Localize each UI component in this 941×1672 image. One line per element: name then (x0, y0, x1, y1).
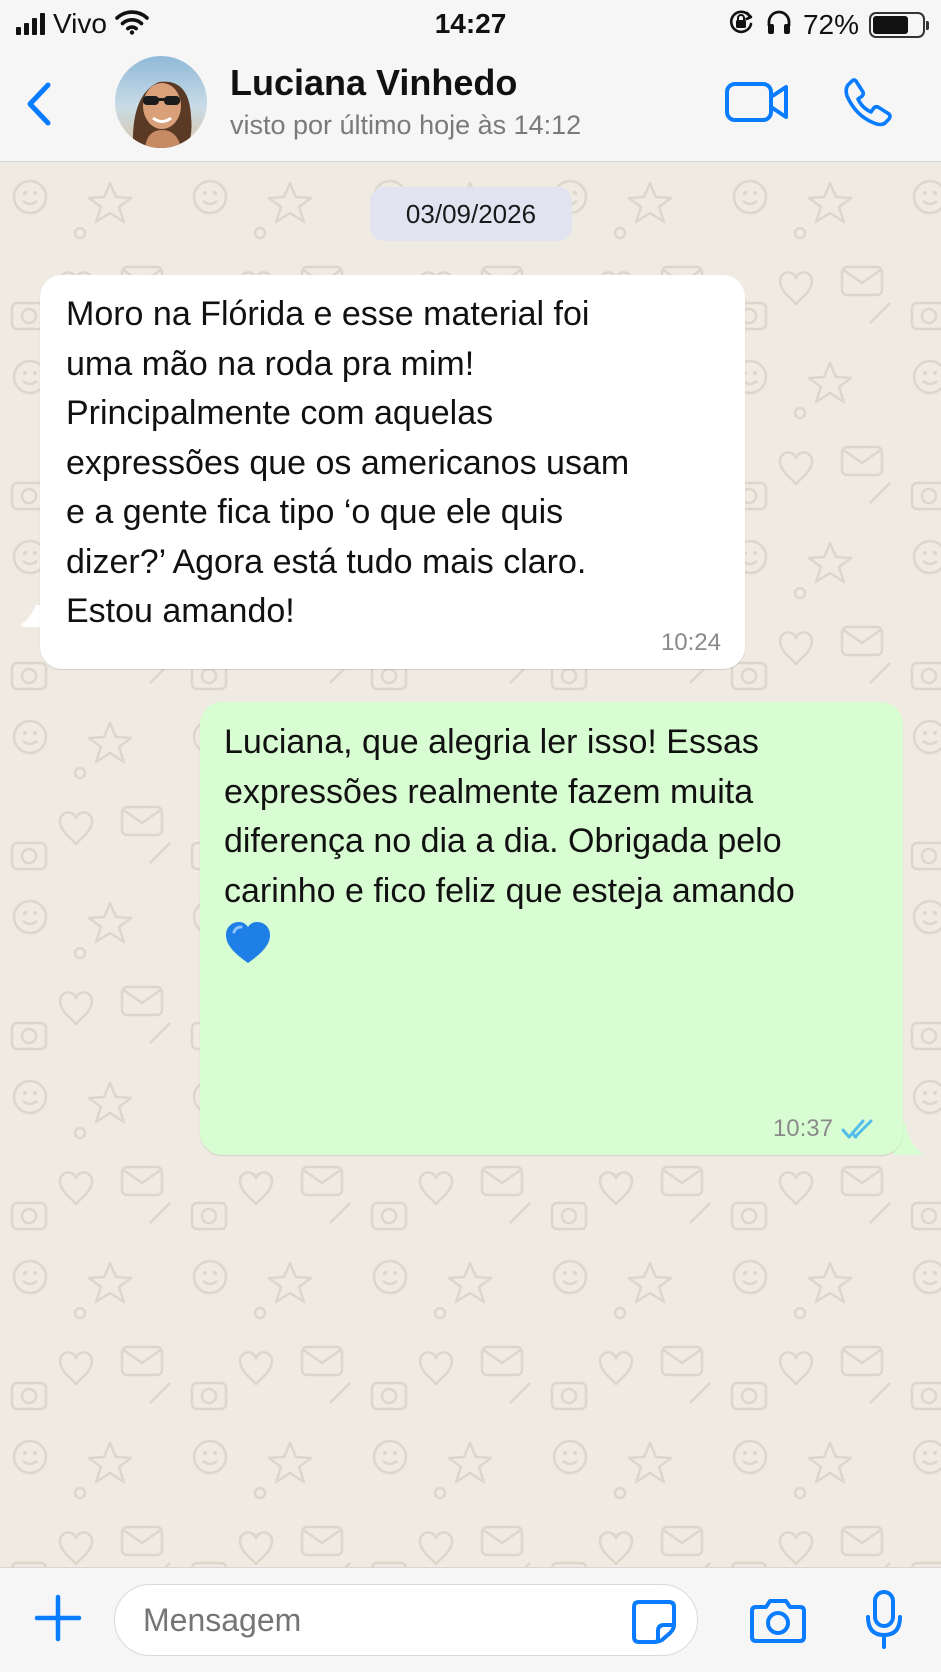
chat-area[interactable]: 03/09/2026 Moro na Flórida e esse materi… (0, 163, 941, 1567)
microphone-icon (866, 1590, 902, 1649)
back-button[interactable] (14, 76, 64, 132)
incoming-message-bubble[interactable]: Moro na Flórida e esse material foi uma … (40, 275, 745, 669)
outgoing-message-text: Luciana, que alegria ler isso! Essas exp… (224, 718, 879, 966)
battery-percent: 72% (802, 8, 859, 40)
voice-call-button[interactable] (838, 72, 898, 132)
sticker-button[interactable] (630, 1598, 678, 1646)
video-call-button[interactable] (722, 72, 792, 132)
date-chip: 03/09/2026 (370, 187, 572, 241)
phone-icon (844, 78, 892, 127)
read-double-check-icon (841, 1119, 873, 1139)
contact-name[interactable]: Luciana Vinhedo (230, 62, 517, 104)
orientation-lock-icon (727, 8, 755, 41)
microphone-button[interactable] (860, 1588, 908, 1652)
camera-icon (750, 1599, 806, 1643)
message-time: 10:37 (773, 1115, 879, 1143)
headphones-icon (765, 8, 793, 41)
incoming-message-text: Moro na Flórida e esse material foi uma … (66, 295, 630, 630)
input-bar (0, 1567, 941, 1672)
message-time: 10:24 (660, 629, 721, 656)
back-chevron-icon (27, 82, 51, 126)
attach-button[interactable] (30, 1590, 86, 1646)
message-input[interactable] (114, 1584, 698, 1656)
status-right: 72% (727, 8, 929, 41)
avatar[interactable] (115, 56, 207, 148)
sticker-icon (632, 1600, 676, 1644)
blue-heart-icon (226, 922, 270, 964)
status-bar: Vivo 14:27 72% (0, 0, 941, 50)
video-call-icon (725, 82, 788, 122)
camera-button[interactable] (748, 1592, 808, 1648)
chat-header: Luciana Vinhedo visto por último hoje às… (0, 50, 941, 162)
battery-icon (869, 11, 929, 38)
last-seen-status: visto por último hoje às 14:12 (230, 110, 582, 140)
outgoing-message-bubble[interactable]: Luciana, que alegria ler isso! Essas exp… (200, 702, 903, 1155)
plus-icon (34, 1594, 82, 1642)
